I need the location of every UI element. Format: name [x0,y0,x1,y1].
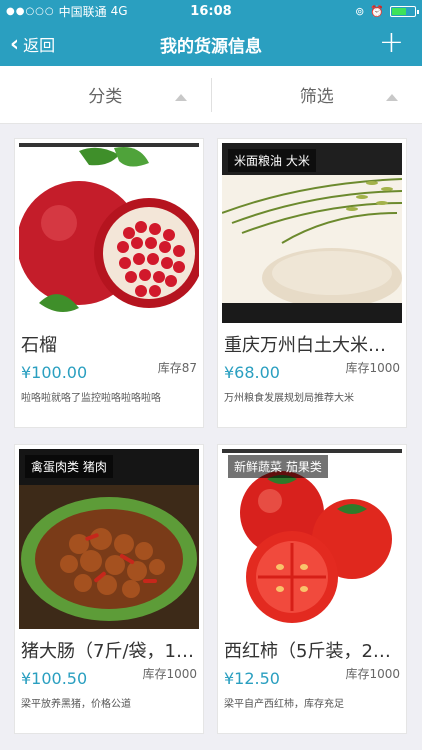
product-name: 西红柿（5斤装，2… [224,641,391,662]
triangle-up-icon [174,94,187,101]
category-label: 分类 [88,87,123,107]
clock: 16:08 [190,3,232,19]
back-button[interactable]: ‹ 返回 [0,32,55,57]
filter-dropdown[interactable]: 筛选 [212,66,422,123]
product-stock: 库存1000 [345,361,400,375]
product-name: 猪大肠（7斤/袋，1… [21,641,194,662]
filter-bar: 分类 筛选 [0,66,422,124]
category-tag: 禽蛋肉类 猪肉 [25,455,113,478]
product-stock: 库存1000 [345,667,400,681]
tomato-image: 新鲜蔬菜 茄果类 [222,449,402,629]
category-tag: 新鲜蔬菜 茄果类 [228,455,328,478]
product-description: 万州粮食发展规划局推荐大米 [224,393,354,404]
filter-label: 筛选 [299,87,334,107]
product-card[interactable]: 石榴 ¥100.00 库存87 啦咯啦就咯了监控啦咯啦咯啦咯 [14,138,204,428]
product-price: ¥68.00 [224,363,280,382]
product-price: ¥100.00 [21,363,88,382]
chevron-left-icon: ‹ [10,31,20,57]
product-price: ¥100.50 [21,669,88,688]
category-tag: 米面粮油 大米 [228,149,316,172]
nav-bar: ‹ 返回 我的货源信息 + [0,22,422,66]
rice-image: 米面粮油 大米 [222,143,402,323]
product-price: ¥12.50 [224,669,280,688]
status-bar: ●●○○○ 中国联通 4G 16:08 ⊚ ⏰ [0,0,422,22]
product-name: 石榴 [21,335,57,356]
product-card[interactable]: 新鲜蔬菜 茄果类 西红柿（5斤装，2… ¥12.50 库存1000 梁平自产西红… [217,444,407,734]
add-button[interactable]: + [379,28,404,58]
product-card[interactable]: 米面粮油 大米 重庆万州白土大米… ¥68.00 库存1000 万州粮食发展规划… [217,138,407,428]
category-dropdown[interactable]: 分类 [0,66,211,123]
product-description: 啦咯啦就咯了监控啦咯啦咯啦咯 [21,393,161,404]
pomegranate-image [19,143,199,323]
product-card[interactable]: 禽蛋肉类 猪肉 猪大肠（7斤/袋，1… ¥100.50 库存1000 梁平放养黑… [14,444,204,734]
product-description: 梁平自产西红柿，库存充足 [224,699,344,710]
product-stock: 库存87 [157,361,197,375]
pork-dish-image: 禽蛋肉类 猪肉 [19,449,199,629]
triangle-up-icon [386,94,398,101]
page-title: 我的货源信息 [160,36,262,57]
battery-icon [390,5,419,17]
back-label: 返回 [23,36,56,55]
product-stock: 库存1000 [142,667,197,681]
product-name: 重庆万州白土大米… [224,335,386,356]
product-description: 梁平放养黑猪，价格公道 [21,699,131,710]
